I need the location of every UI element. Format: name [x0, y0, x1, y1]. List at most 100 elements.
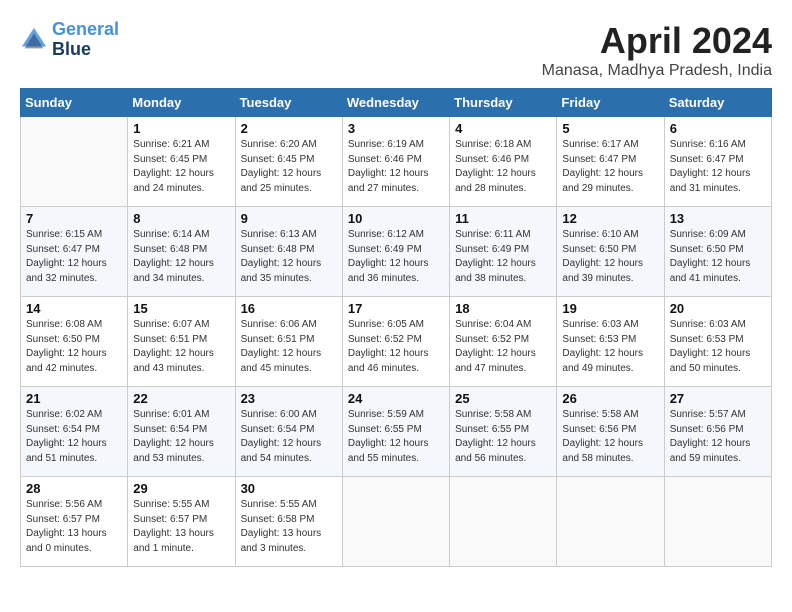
- weekday-header-row: SundayMondayTuesdayWednesdayThursdayFrid…: [21, 89, 772, 117]
- day-number: 25: [455, 391, 551, 406]
- day-info: Sunrise: 5:57 AMSunset: 6:56 PMDaylight:…: [670, 408, 766, 466]
- day-number: 8: [133, 211, 229, 226]
- calendar-cell: [450, 477, 557, 567]
- weekday-header-cell: Sunday: [21, 89, 128, 117]
- day-info: Sunrise: 5:58 AMSunset: 6:55 PMDaylight:…: [455, 408, 551, 466]
- day-info: Sunrise: 6:04 AMSunset: 6:52 PMDaylight:…: [455, 318, 551, 376]
- calendar-cell: 24 Sunrise: 5:59 AMSunset: 6:55 PMDayligh…: [342, 387, 449, 477]
- day-number: 23: [241, 391, 337, 406]
- day-number: 30: [241, 481, 337, 496]
- calendar-cell: 23 Sunrise: 6:00 AMSunset: 6:54 PMDayligh…: [235, 387, 342, 477]
- day-info: Sunrise: 6:19 AMSunset: 6:46 PMDaylight:…: [348, 138, 444, 196]
- day-info: Sunrise: 5:58 AMSunset: 6:56 PMDaylight:…: [562, 408, 658, 466]
- calendar-cell: [21, 117, 128, 207]
- calendar-cell: 13 Sunrise: 6:09 AMSunset: 6:50 PMDayligh…: [664, 207, 771, 297]
- day-info: Sunrise: 6:03 AMSunset: 6:53 PMDaylight:…: [670, 318, 766, 376]
- calendar-cell: 5Sunrise: 6:17 AMSunset: 6:47 PMDaylight…: [557, 117, 664, 207]
- day-number: 27: [670, 391, 766, 406]
- day-info: Sunrise: 6:02 AMSunset: 6:54 PMDaylight:…: [26, 408, 122, 466]
- day-number: 15: [133, 301, 229, 316]
- day-number: 19: [562, 301, 658, 316]
- day-info: Sunrise: 6:05 AMSunset: 6:52 PMDaylight:…: [348, 318, 444, 376]
- day-number: 13: [670, 211, 766, 226]
- calendar-table: SundayMondayTuesdayWednesdayThursdayFrid…: [20, 88, 772, 567]
- day-number: 11: [455, 211, 551, 226]
- calendar-cell: 3 Sunrise: 6:19 AMSunset: 6:46 PMDaylight…: [342, 117, 449, 207]
- calendar-week-row: 28 Sunrise: 5:56 AMSunset: 6:57 PMDayligh…: [21, 477, 772, 567]
- calendar-week-row: 7 Sunrise: 6:15 AMSunset: 6:47 PMDaylight…: [21, 207, 772, 297]
- day-number: 1: [133, 121, 229, 136]
- calendar-cell: 30Sunrise: 5:55 AMSunset: 6:58 PMDayligh…: [235, 477, 342, 567]
- day-info: Sunrise: 5:59 AMSunset: 6:55 PMDaylight:…: [348, 408, 444, 466]
- day-number: 17: [348, 301, 444, 316]
- weekday-header-cell: Saturday: [664, 89, 771, 117]
- calendar-week-row: 1 Sunrise: 6:21 AMSunset: 6:45 PMDaylight…: [21, 117, 772, 207]
- calendar-cell: 7 Sunrise: 6:15 AMSunset: 6:47 PMDaylight…: [21, 207, 128, 297]
- day-info: Sunrise: 6:21 AMSunset: 6:45 PMDaylight:…: [133, 138, 229, 196]
- day-info: Sunrise: 6:00 AMSunset: 6:54 PMDaylight:…: [241, 408, 337, 466]
- day-info: Sunrise: 6:08 AMSunset: 6:50 PMDaylight:…: [26, 318, 122, 376]
- weekday-header-cell: Tuesday: [235, 89, 342, 117]
- logo: GeneralBlue: [20, 20, 119, 60]
- day-info: Sunrise: 6:18 AMSunset: 6:46 PMDaylight:…: [455, 138, 551, 196]
- calendar-cell: [342, 477, 449, 567]
- day-number: 24: [348, 391, 444, 406]
- day-info: Sunrise: 6:17 AMSunset: 6:47 PMDaylight:…: [562, 138, 658, 196]
- calendar-cell: [664, 477, 771, 567]
- calendar-cell: 1 Sunrise: 6:21 AMSunset: 6:45 PMDaylight…: [128, 117, 235, 207]
- day-number: 22: [133, 391, 229, 406]
- day-number: 26: [562, 391, 658, 406]
- day-number: 14: [26, 301, 122, 316]
- day-info: Sunrise: 6:01 AMSunset: 6:54 PMDaylight:…: [133, 408, 229, 466]
- day-number: 18: [455, 301, 551, 316]
- calendar-cell: 22 Sunrise: 6:01 AMSunset: 6:54 PMDayligh…: [128, 387, 235, 477]
- calendar-body: 1 Sunrise: 6:21 AMSunset: 6:45 PMDaylight…: [21, 117, 772, 567]
- day-number: 12: [562, 211, 658, 226]
- day-number: 20: [670, 301, 766, 316]
- calendar-cell: 26 Sunrise: 5:58 AMSunset: 6:56 PMDayligh…: [557, 387, 664, 477]
- calendar-cell: 8 Sunrise: 6:14 AMSunset: 6:48 PMDaylight…: [128, 207, 235, 297]
- day-number: 4: [455, 121, 551, 136]
- calendar-cell: 4 Sunrise: 6:18 AMSunset: 6:46 PMDaylight…: [450, 117, 557, 207]
- day-number: 7: [26, 211, 122, 226]
- logo-text: GeneralBlue: [52, 20, 119, 60]
- day-number: 28: [26, 481, 122, 496]
- calendar-cell: [557, 477, 664, 567]
- weekday-header-cell: Thursday: [450, 89, 557, 117]
- day-number: 9: [241, 211, 337, 226]
- calendar-cell: 19 Sunrise: 6:03 AMSunset: 6:53 PMDayligh…: [557, 297, 664, 387]
- page-header: GeneralBlue April 2024 Manasa, Madhya Pr…: [20, 20, 772, 80]
- logo-icon: [20, 26, 48, 54]
- calendar-cell: 10 Sunrise: 6:12 AMSunset: 6:49 PMDayligh…: [342, 207, 449, 297]
- day-info: Sunrise: 6:15 AMSunset: 6:47 PMDaylight:…: [26, 228, 122, 286]
- day-number: 16: [241, 301, 337, 316]
- calendar-cell: 14 Sunrise: 6:08 AMSunset: 6:50 PMDayligh…: [21, 297, 128, 387]
- location-subtitle: Manasa, Madhya Pradesh, India: [542, 62, 772, 80]
- day-info: Sunrise: 6:13 AMSunset: 6:48 PMDaylight:…: [241, 228, 337, 286]
- calendar-cell: 9 Sunrise: 6:13 AMSunset: 6:48 PMDaylight…: [235, 207, 342, 297]
- day-info: Sunrise: 6:12 AMSunset: 6:49 PMDaylight:…: [348, 228, 444, 286]
- day-number: 6: [670, 121, 766, 136]
- day-number: 3: [348, 121, 444, 136]
- calendar-week-row: 14 Sunrise: 6:08 AMSunset: 6:50 PMDayligh…: [21, 297, 772, 387]
- day-number: 10: [348, 211, 444, 226]
- calendar-cell: 15Sunrise: 6:07 AMSunset: 6:51 PMDayligh…: [128, 297, 235, 387]
- day-info: Sunrise: 6:09 AMSunset: 6:50 PMDaylight:…: [670, 228, 766, 286]
- day-info: Sunrise: 6:16 AMSunset: 6:47 PMDaylight:…: [670, 138, 766, 196]
- month-year-title: April 2024: [542, 20, 772, 62]
- day-number: 21: [26, 391, 122, 406]
- calendar-cell: 20 Sunrise: 6:03 AMSunset: 6:53 PMDayligh…: [664, 297, 771, 387]
- day-number: 29: [133, 481, 229, 496]
- calendar-cell: 25 Sunrise: 5:58 AMSunset: 6:55 PMDayligh…: [450, 387, 557, 477]
- calendar-cell: 18 Sunrise: 6:04 AMSunset: 6:52 PMDayligh…: [450, 297, 557, 387]
- calendar-cell: 16 Sunrise: 6:06 AMSunset: 6:51 PMDayligh…: [235, 297, 342, 387]
- day-info: Sunrise: 6:06 AMSunset: 6:51 PMDaylight:…: [241, 318, 337, 376]
- day-number: 2: [241, 121, 337, 136]
- day-info: Sunrise: 6:11 AMSunset: 6:49 PMDaylight:…: [455, 228, 551, 286]
- day-info: Sunrise: 6:20 AMSunset: 6:45 PMDaylight:…: [241, 138, 337, 196]
- day-info: Sunrise: 5:56 AMSunset: 6:57 PMDaylight:…: [26, 498, 122, 556]
- day-info: Sunrise: 6:14 AMSunset: 6:48 PMDaylight:…: [133, 228, 229, 286]
- day-info: Sunrise: 6:03 AMSunset: 6:53 PMDaylight:…: [562, 318, 658, 376]
- weekday-header-cell: Monday: [128, 89, 235, 117]
- calendar-cell: 27 Sunrise: 5:57 AMSunset: 6:56 PMDayligh…: [664, 387, 771, 477]
